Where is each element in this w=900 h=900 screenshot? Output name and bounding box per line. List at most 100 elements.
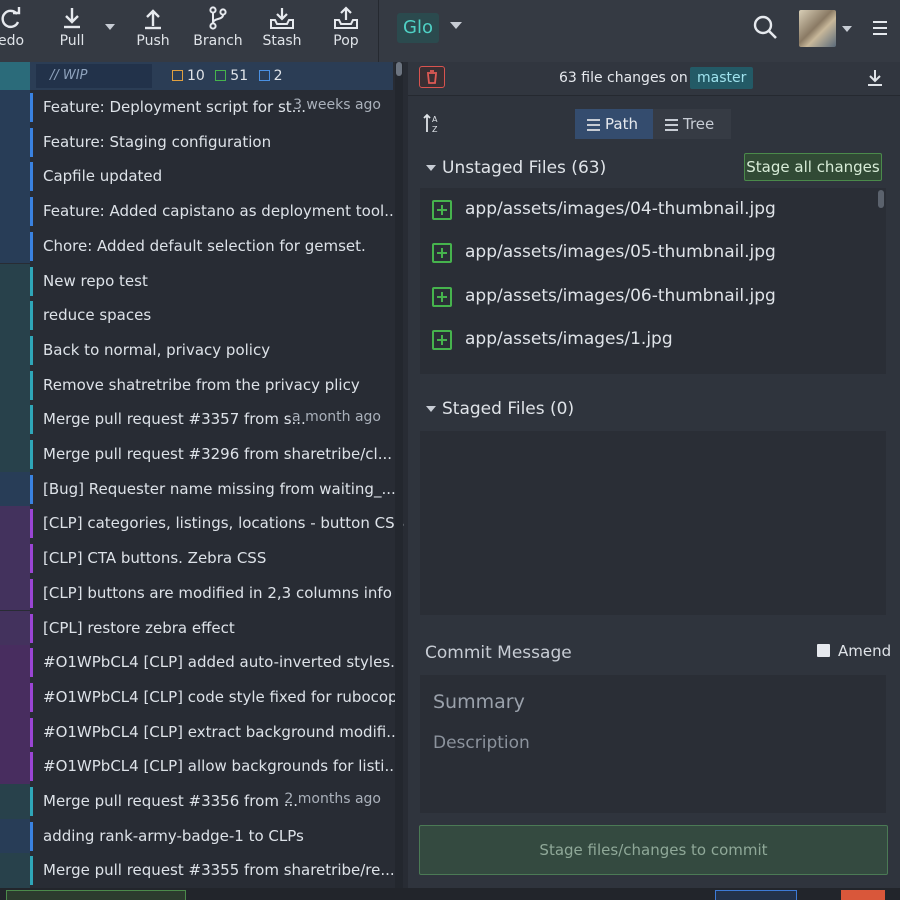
graph-lane [0, 679, 30, 715]
wip-label[interactable]: // WIP [36, 64, 152, 88]
commit-row[interactable]: Chore: Added default selection for gemse… [0, 228, 393, 264]
commit-row[interactable]: #O1WPbCL4 [CLP] code style fixed for rub… [0, 679, 398, 715]
file-added-icon [432, 329, 452, 350]
avatar[interactable] [799, 10, 836, 47]
commit-row[interactable]: [CLP] categories, listings, locations - … [0, 506, 404, 542]
stash-icon [270, 8, 294, 29]
staged-files-header[interactable]: Staged Files (0) [426, 399, 574, 419]
commit-row[interactable]: Merge pull request #3356 from ... 2 month… [0, 784, 393, 819]
commit-row[interactable]: #O1WPbCL4 [CLP] allow backgrounds for li… [0, 749, 399, 784]
tree-view-label: Tree [683, 115, 715, 133]
push-icon [145, 9, 161, 30]
commit-row[interactable]: [CPL] restore zebra effect [0, 610, 393, 646]
commit-row[interactable]: #O1WPbCL4 [CLP] extract background modif… [0, 714, 401, 750]
redo-label: edo [0, 33, 25, 49]
renamed-icon [258, 70, 270, 81]
branch-color-bar [30, 301, 33, 331]
commit-message: New repo test [43, 271, 148, 290]
file-row[interactable]: app/assets/images/05-thumbnail.jpg [420, 231, 880, 274]
commit-message: #O1WPbCL4 [CLP] extract background modif… [43, 722, 401, 741]
graph-lane [0, 62, 30, 90]
file-path: app/assets/images/05-thumbnail.jpg [465, 242, 776, 263]
svg-text:A: A [432, 115, 438, 124]
push-button[interactable]: Push [131, 0, 175, 62]
status-trial-badge[interactable] [6, 890, 186, 900]
branch-color-bar [30, 93, 33, 122]
branch-color-bar [30, 266, 33, 296]
hamburger-menu-icon[interactable] [873, 21, 887, 39]
search-icon[interactable] [752, 14, 778, 40]
commit-row[interactable]: Feature: Staging configuration [0, 124, 393, 160]
commit-message: [CLP] CTA buttons. Zebra CSS [43, 549, 267, 568]
staged-files-title: Staged Files (0) [442, 399, 575, 419]
commit-row[interactable]: Back to normal, privacy policy [0, 332, 393, 368]
commit-row[interactable]: Merge pull request #3357 from s... a mont… [0, 402, 393, 437]
repo-name[interactable]: Glo [397, 13, 439, 43]
path-view-button[interactable]: Path [575, 109, 653, 139]
commit-row[interactable]: reduce spaces [0, 298, 393, 333]
commit-row[interactable]: Merge pull request #3355 from sharetribe… [0, 853, 395, 888]
commit-message: Merge pull request #3355 from sharetribe… [43, 861, 395, 880]
description-input[interactable]: Description [433, 733, 530, 753]
commit-row[interactable]: Merge pull request #3296 from sharetribe… [0, 437, 393, 472]
redo-button[interactable]: edo [0, 0, 36, 62]
status-feedback-button[interactable] [715, 890, 797, 900]
svg-text:Z: Z [432, 125, 438, 134]
pop-button[interactable]: Pop [324, 0, 368, 62]
commit-row[interactable]: Capfile updated [0, 159, 393, 195]
commit-list-scrollbar[interactable] [395, 62, 403, 888]
amend-toggle[interactable]: Amend [817, 642, 891, 660]
graph-lane [0, 263, 30, 299]
commit-row[interactable]: adding rank-army-badge-1 to CLPs [0, 818, 393, 854]
commit-row[interactable]: #O1WPbCL4 [CLP] added auto-inverted styl… [0, 645, 404, 680]
avatar-chevron-down-icon[interactable] [842, 26, 852, 32]
commit-row[interactable]: [CLP] buttons are modified in 2,3 column… [0, 575, 393, 611]
status-bar [0, 888, 900, 900]
stash-button[interactable]: Stash [258, 0, 306, 62]
file-row[interactable]: app/assets/images/04-thumbnail.jpg [420, 188, 880, 231]
commit-row[interactable]: Feature: Added capistano as deployment t… [0, 194, 399, 229]
graph-lane [0, 471, 30, 507]
commit-button[interactable]: Stage files/changes to commit [419, 825, 888, 875]
tree-view-button[interactable]: Tree [653, 109, 731, 139]
commit-row[interactable]: Feature: Deployment script for st... 3 we… [0, 90, 393, 125]
redo-icon [1, 7, 21, 29]
sort-icon[interactable]: AZ [422, 113, 442, 135]
graph-lane [0, 749, 30, 784]
scrollbar-thumb[interactable] [396, 62, 402, 76]
commit-graph-panel: // WIP 10 51 2 Feature: Deployment scrip… [0, 62, 406, 888]
stage-all-button[interactable]: Stage all changes [744, 153, 882, 181]
file-row[interactable]: app/assets/images/06-thumbnail.jpg [420, 275, 880, 318]
graph-lane [0, 124, 30, 160]
file-path: app/assets/images/06-thumbnail.jpg [465, 285, 776, 306]
download-icon[interactable] [867, 69, 883, 87]
commit-row[interactable]: [CLP] CTA buttons. Zebra CSS [0, 541, 393, 576]
toolbar: edo Pull Push Branch Stash Pop Glo [0, 0, 900, 62]
repo-chevron-down-icon[interactable] [450, 22, 462, 29]
pull-dropdown-icon[interactable] [105, 24, 115, 30]
commit-row[interactable]: [Bug] Requester name missing from waitin… [0, 471, 396, 507]
branch-color-bar [30, 717, 33, 747]
wip-added-count: 51 [230, 68, 249, 84]
changes-header: 63 file changes on master [408, 62, 900, 96]
summary-input[interactable]: Summary [433, 691, 525, 713]
tree-list-icon [665, 119, 678, 134]
branch-button[interactable]: Branch [192, 0, 244, 62]
graph-lane [0, 818, 30, 854]
file-path: app/assets/images/1.jpg [465, 328, 673, 349]
graph-lane [0, 298, 30, 333]
file-list-scrollbar[interactable] [878, 190, 884, 208]
commit-date: 2 months ago [284, 791, 381, 807]
branch-color-bar [30, 578, 33, 608]
pull-button[interactable]: Pull [50, 0, 94, 62]
wip-row[interactable]: // WIP 10 51 2 [0, 62, 393, 90]
discard-changes-button[interactable] [419, 66, 445, 88]
unstaged-files-header[interactable]: Unstaged Files (63) [426, 158, 606, 178]
unstaged-files-title: Unstaged Files (63) [442, 158, 607, 178]
file-row[interactable]: app/assets/images/1.jpg [420, 318, 880, 361]
commit-row[interactable]: Remove shatretribe from the privacy plic… [0, 367, 393, 403]
commit-message: Chore: Added default selection for gemse… [43, 236, 366, 255]
commit-row[interactable]: New repo test [0, 263, 393, 299]
amend-checkbox[interactable] [817, 644, 830, 657]
commit-message: Merge pull request #3356 from ... [43, 792, 298, 810]
